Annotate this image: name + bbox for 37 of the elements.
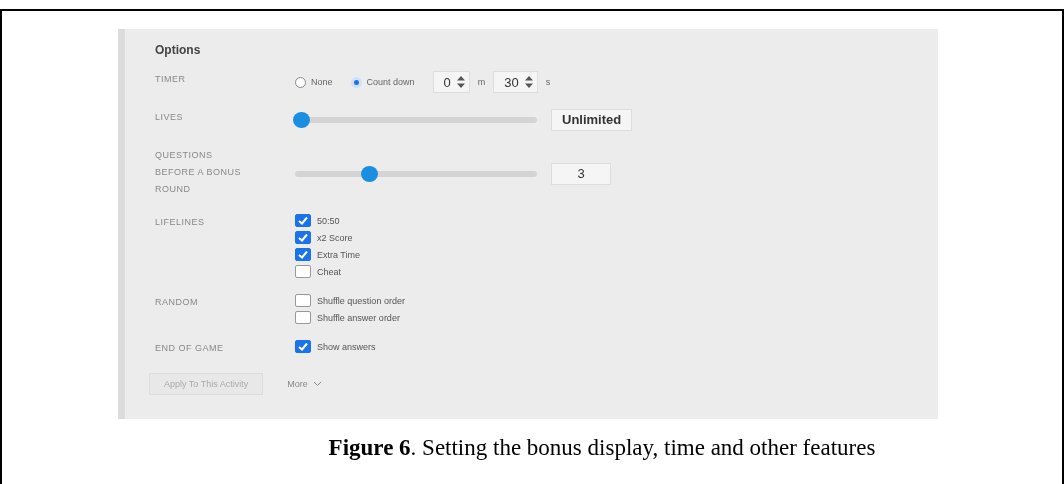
- slider[interactable]: [295, 112, 537, 128]
- option-label: RANDOM: [155, 296, 199, 309]
- unit-label: s: [545, 77, 551, 87]
- checkbox-option[interactable]: Extra Time: [295, 248, 938, 261]
- figure-caption: Figure 6. Setting the bonus display, time and other features: [328, 435, 876, 461]
- checkbox[interactable]: [295, 294, 311, 307]
- minutes-spinner[interactable]: 0: [432, 71, 470, 93]
- slider[interactable]: [295, 166, 537, 182]
- checkbox[interactable]: [295, 340, 311, 353]
- spinner-arrows-icon[interactable]: [456, 76, 465, 88]
- unit-label: m: [477, 77, 486, 87]
- checkbox-option[interactable]: Shuffle question order: [295, 294, 938, 307]
- checkbox[interactable]: [295, 265, 311, 278]
- checkbox-option[interactable]: x2 Score: [295, 231, 938, 244]
- slider-thumb[interactable]: [293, 112, 310, 128]
- option-label: LIFELINES: [155, 216, 206, 229]
- checkbox[interactable]: [295, 311, 311, 324]
- checkbox[interactable]: [295, 214, 311, 227]
- slider-thumb[interactable]: [360, 166, 378, 182]
- option-label: QUESTIONS BEFORE A BONUS ROUND: [155, 149, 243, 196]
- checkbox-option[interactable]: 50:50: [295, 214, 938, 227]
- value-field[interactable]: Unlimited: [551, 109, 633, 131]
- checkbox-option[interactable]: Shuffle answer order: [295, 311, 938, 324]
- seconds-spinner[interactable]: 30: [493, 71, 538, 93]
- option-label: TIMER: [155, 73, 187, 86]
- checkbox[interactable]: [295, 231, 311, 244]
- radio-option[interactable]: None: [295, 76, 333, 88]
- option-label: END OF GAME: [155, 342, 225, 355]
- radio-option[interactable]: Count down: [350, 76, 415, 88]
- value-field[interactable]: 3: [551, 163, 611, 185]
- spinner-arrows-icon[interactable]: [524, 76, 533, 88]
- panel-title: Options: [155, 43, 202, 57]
- checkbox-option[interactable]: Show answers: [295, 340, 938, 353]
- chevron-down-icon: [312, 381, 322, 387]
- checkbox[interactable]: [295, 248, 311, 261]
- option-label: LIVES: [155, 111, 184, 124]
- checkbox-option[interactable]: Cheat: [295, 265, 938, 278]
